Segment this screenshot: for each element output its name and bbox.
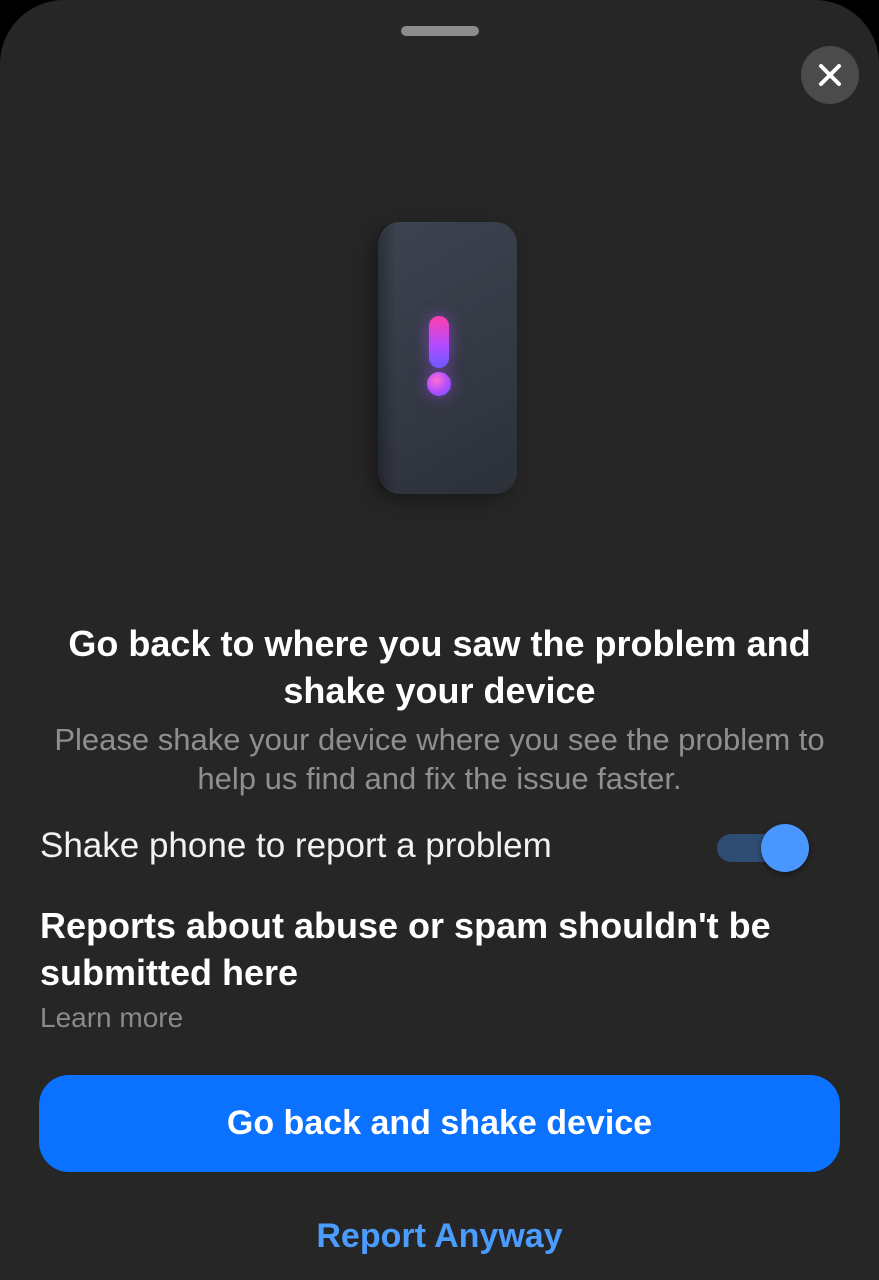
bottom-sheet: Go back to where you saw the problem and… xyxy=(0,0,879,1280)
drag-handle-icon[interactable] xyxy=(401,26,479,36)
go-back-and-shake-button[interactable]: Go back and shake device xyxy=(39,1075,840,1172)
exclamation-dot xyxy=(427,372,451,396)
sheet-subtitle: Please shake your device where you see t… xyxy=(54,722,825,796)
close-button[interactable] xyxy=(801,46,859,104)
sheet-title: Go back to where you saw the problem and… xyxy=(68,623,811,711)
phone-exclamation-illustration xyxy=(378,222,517,494)
abuse-notice-text: Reports about abuse or spam shouldn't be… xyxy=(40,905,771,993)
shake-toggle-row: Shake phone to report a problem xyxy=(40,818,820,876)
shake-toggle-label: Shake phone to report a problem xyxy=(40,826,552,865)
shake-toggle-switch[interactable] xyxy=(717,822,811,872)
report-anyway-button[interactable]: Report Anyway xyxy=(0,1214,879,1258)
exclamation-icon xyxy=(427,316,453,400)
phone-illustration-icon xyxy=(378,222,517,494)
close-icon xyxy=(819,64,841,86)
toggle-knob xyxy=(761,824,809,872)
learn-more-link[interactable]: Learn more xyxy=(40,1000,183,1036)
phone-shade xyxy=(378,222,396,494)
exclamation-bar xyxy=(429,316,449,368)
